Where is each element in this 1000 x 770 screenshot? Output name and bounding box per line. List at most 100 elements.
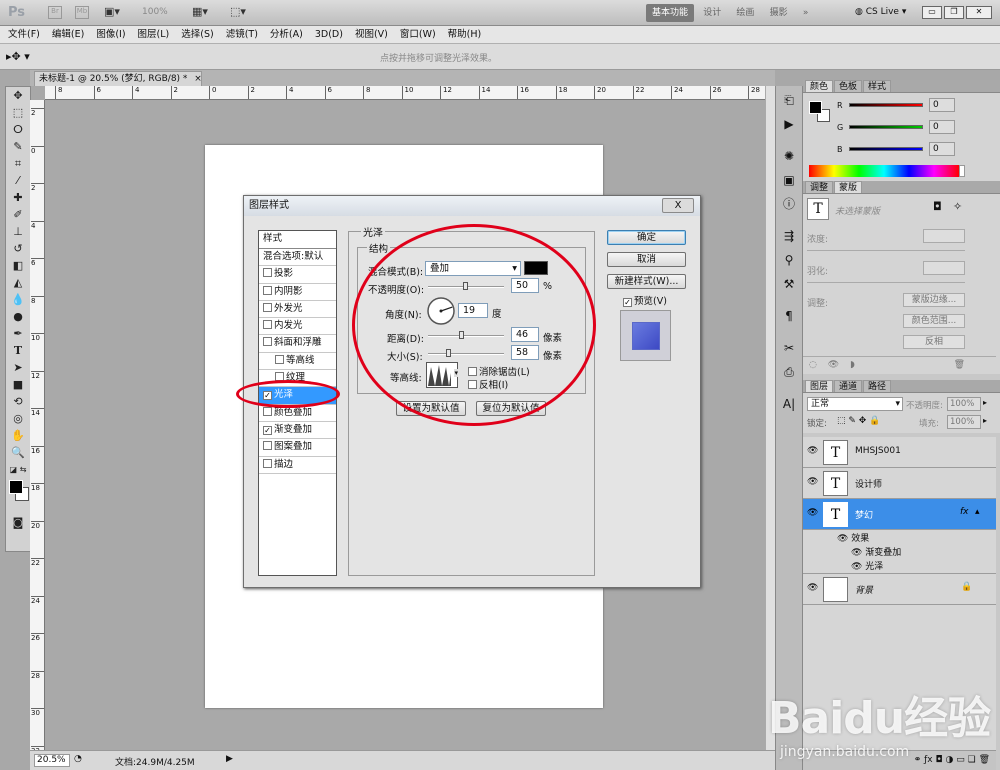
marquee-tool-icon[interactable]: ⬚ — [6, 104, 30, 121]
menu-item[interactable]: 图像(I) — [96, 26, 125, 43]
preview-box[interactable]: ✓ — [623, 298, 632, 307]
type-tool-icon[interactable]: T — [6, 342, 30, 359]
channel-r-slider[interactable] — [849, 103, 923, 107]
channel-g-value[interactable]: 0 — [929, 120, 955, 134]
style-checkbox[interactable] — [263, 285, 272, 295]
menu-item[interactable]: 文件(F) — [8, 26, 40, 43]
style-checkbox[interactable] — [263, 302, 272, 312]
menu-item[interactable]: 分析(A) — [270, 26, 303, 43]
style-checkbox[interactable] — [275, 354, 284, 364]
style-item[interactable]: 描边 — [259, 457, 336, 474]
3d-orbit-tool-icon[interactable]: ◎ — [6, 410, 30, 427]
style-checkbox[interactable] — [263, 458, 272, 468]
menu-item[interactable]: 编辑(E) — [52, 26, 84, 43]
status-zoom[interactable]: 20.5% — [34, 754, 70, 767]
clone-source-icon[interactable]: ⚲ — [776, 248, 802, 272]
eyedropper-tool-icon[interactable]: ⁄ — [6, 172, 30, 189]
menu-item[interactable]: 帮助(H) — [448, 26, 482, 43]
minibridge-icon[interactable]: Mb — [75, 6, 89, 19]
opacity-field[interactable]: 100% — [947, 397, 981, 411]
effects-eye-icon[interactable]: 👁 — [837, 534, 851, 544]
lock-icons[interactable]: ⬚ ✎ ✥ 🔒 — [837, 416, 880, 426]
eraser-tool-icon[interactable]: ◧ — [6, 257, 30, 274]
pen-tool-icon[interactable]: ✒ — [6, 325, 30, 342]
histogram-panel-icon[interactable]: ▣ — [776, 168, 802, 192]
channel-b-value[interactable]: 0 — [929, 142, 955, 156]
color-range-button[interactable]: 颜色范围... — [903, 314, 965, 328]
workspace-photography[interactable]: 摄影 — [764, 4, 794, 22]
visibility-eye-icon[interactable]: 👁 — [807, 508, 818, 518]
menu-item[interactable]: 滤镜(T) — [226, 26, 258, 43]
workspace-design[interactable]: 设计 — [697, 4, 727, 22]
channel-b-slider[interactable] — [849, 147, 923, 151]
status-view-icon[interactable]: ◔ — [74, 754, 82, 764]
density-slider[interactable] — [807, 250, 965, 251]
tab-adjustments[interactable]: 调整 — [805, 181, 834, 193]
fx-icon[interactable]: fx — [960, 507, 969, 517]
brush-tool-icon[interactable]: ✐ — [6, 206, 30, 223]
style-checkbox[interactable] — [263, 337, 272, 347]
workspace-painting[interactable]: 绘画 — [730, 4, 760, 22]
menu-item[interactable]: 3D(D) — [315, 26, 343, 43]
style-item[interactable]: 外发光 — [259, 301, 336, 319]
shape-tool-icon[interactable]: ■ — [6, 376, 30, 393]
mask-delete-icon[interactable]: 🗑 — [954, 360, 965, 370]
apply-mask-icon[interactable]: 👁 — [828, 360, 839, 370]
opacity-arrow-icon[interactable]: ▸ — [983, 398, 987, 407]
ok-button[interactable]: 确定 — [607, 230, 686, 245]
quick-select-tool-icon[interactable]: ✎ — [6, 138, 30, 155]
fill-arrow-icon[interactable]: ▸ — [983, 416, 987, 425]
brush-presets-icon[interactable]: ⇶ — [776, 224, 802, 248]
style-item[interactable]: ✓ 渐变叠加 — [259, 422, 336, 440]
density-field[interactable] — [923, 229, 965, 243]
move-tool-preset-icon[interactable]: ▸✥ ▾ — [6, 50, 30, 63]
expand-effects-icon[interactable]: ▴ — [975, 507, 980, 517]
default-colors-icon[interactable]: ◪ ⇆ — [6, 461, 30, 478]
channel-g-slider[interactable] — [849, 125, 923, 129]
screen-mode-icon[interactable]: ⬚▾ — [230, 5, 246, 18]
quick-mask-icon[interactable]: ◙ — [6, 514, 30, 531]
character-panel-icon[interactable]: A| — [776, 392, 802, 416]
cancel-button[interactable]: 取消 — [607, 252, 686, 267]
style-item[interactable]: 图案叠加 — [259, 439, 336, 457]
color-ramp[interactable] — [809, 165, 959, 177]
bridge-icon[interactable]: Br — [48, 6, 62, 19]
arrange-docs-icon[interactable]: ▦▾ — [192, 5, 208, 18]
path-select-tool-icon[interactable]: ➤ — [6, 359, 30, 376]
feather-slider[interactable] — [807, 282, 965, 283]
3d-panel-icon[interactable]: ✂ — [776, 336, 802, 360]
channel-r-value[interactable]: 0 — [929, 98, 955, 112]
restore-button[interactable]: ❐ — [944, 6, 964, 19]
mask-edge-button[interactable]: 蒙版边缘... — [903, 293, 965, 307]
status-menu-icon[interactable]: ▶ — [226, 754, 233, 764]
paragraph-panel-icon[interactable]: ¶ — [776, 304, 802, 328]
menu-item[interactable]: 视图(V) — [355, 26, 388, 43]
tab-styles[interactable]: 样式 — [863, 80, 892, 92]
tab-color[interactable]: 颜色 — [805, 80, 834, 92]
dialog-close-button[interactable]: X — [662, 198, 694, 213]
workspace-essentials[interactable]: 基本功能 — [646, 4, 695, 22]
vector-mask-icon[interactable]: ✧ — [953, 200, 962, 213]
healing-tool-icon[interactable]: ✚ — [6, 189, 30, 206]
color-ramp-white[interactable] — [959, 165, 965, 177]
move-tool-icon[interactable]: ✥ — [6, 87, 30, 104]
dodge-tool-icon[interactable]: ● — [6, 308, 30, 325]
menu-item[interactable]: 窗口(W) — [400, 26, 436, 43]
styles-header[interactable]: 样式 — [259, 231, 336, 249]
effects-row[interactable]: 👁 效果 — [837, 531, 869, 544]
selection-icon[interactable]: ◌ — [809, 360, 817, 370]
crop-tool-icon[interactable]: ⌗ — [6, 155, 30, 172]
visibility-eye-icon[interactable]: 👁 — [807, 446, 818, 456]
zoom-level[interactable]: 100% — [142, 7, 168, 17]
style-item[interactable]: 斜面和浮雕 — [259, 335, 336, 353]
preview-checkbox[interactable]: ✓ 预览(V) — [623, 293, 667, 307]
zoom-tool-icon[interactable]: 🔍 — [6, 444, 30, 461]
navigator-panel-icon[interactable]: ✺ — [776, 144, 802, 168]
doc-tab-close-icon[interactable]: × — [194, 74, 202, 84]
tool-presets-icon[interactable]: ⚒ — [776, 272, 802, 296]
style-item[interactable]: 内阴影 — [259, 284, 336, 301]
close-app-button[interactable]: ✕ — [966, 6, 992, 19]
layer-row[interactable]: 👁 T MHSJS001 — [803, 437, 996, 468]
minimize-button[interactable]: ▭ — [922, 6, 942, 19]
effect-eye-icon[interactable]: 👁 — [851, 562, 865, 572]
